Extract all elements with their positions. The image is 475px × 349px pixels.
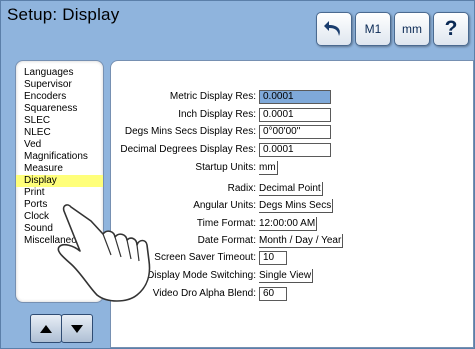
sidebar-item-slec[interactable]: SLEC xyxy=(16,115,103,127)
dms-res-field[interactable]: 0°00'00" xyxy=(259,125,331,139)
page-title: Setup: Display xyxy=(7,5,120,24)
undo-arrow-icon xyxy=(324,21,340,36)
sidebar-item-measure[interactable]: Measure xyxy=(16,163,103,175)
sidebar-item-magnifications[interactable]: Magnifications xyxy=(16,151,103,163)
sidebar-item-nlec[interactable]: NLEC xyxy=(16,127,103,139)
date-format-select[interactable]: Month / Day / Year xyxy=(259,234,344,248)
metric-res-label: Metric Display Res: xyxy=(169,91,256,102)
units-mm-button[interactable]: mm xyxy=(394,12,430,46)
metric-res-field[interactable]: 0.0001 xyxy=(259,90,331,104)
mm-label: mm xyxy=(402,22,422,36)
triangle-down-icon xyxy=(71,324,83,333)
display-settings-panel: Metric Display Res: 0.0001 Inch Display … xyxy=(110,60,474,348)
setup-display-screen: Setup: Display M1 mm ? Languages Supervi… xyxy=(0,0,475,349)
triangle-up-icon xyxy=(40,324,52,333)
video-blend-label: Video Dro Alpha Blend: xyxy=(152,288,256,299)
startup-units-label: Startup Units: xyxy=(195,162,256,173)
inch-res-field[interactable]: 0.0001 xyxy=(259,108,331,122)
inch-res-label: Inch Display Res: xyxy=(178,109,256,120)
dd-res-field[interactable]: 0.0001 xyxy=(259,143,331,157)
scroll-down-button[interactable] xyxy=(61,314,93,343)
m1-label: M1 xyxy=(364,22,382,36)
display-mode-select[interactable]: Single View xyxy=(259,269,314,283)
angular-units-select[interactable]: Degs Mins Secs xyxy=(259,199,334,213)
angular-units-label: Angular Units: xyxy=(193,200,256,211)
undo-button[interactable] xyxy=(316,12,352,46)
m1-button[interactable]: M1 xyxy=(355,12,391,46)
sidebar-item-languages[interactable]: Languages xyxy=(16,67,103,79)
sidebar-item-encoders[interactable]: Encoders xyxy=(16,91,103,103)
scroll-up-button[interactable] xyxy=(30,314,62,343)
radix-select[interactable]: Decimal Point xyxy=(259,182,323,196)
display-mode-label: Display Mode Switching: xyxy=(147,270,256,281)
video-blend-field[interactable]: 60 xyxy=(259,287,287,301)
screen-saver-label: Screen Saver Timeout: xyxy=(154,252,256,263)
time-format-select[interactable]: 12:00:00 AM xyxy=(259,217,318,231)
sidebar-item-squareness[interactable]: Squareness xyxy=(16,103,103,115)
date-format-label: Date Format: xyxy=(197,235,256,246)
sidebar-item-display[interactable]: Display xyxy=(16,175,103,187)
pointing-hand-icon xyxy=(57,204,151,302)
dd-res-label: Decimal Degrees Display Res: xyxy=(120,144,256,155)
sidebar-item-ved[interactable]: Ved xyxy=(16,139,103,151)
help-label: ? xyxy=(444,17,458,40)
sidebar-item-print[interactable]: Print xyxy=(16,187,103,199)
sidebar-item-supervisor[interactable]: Supervisor xyxy=(16,79,103,91)
help-button[interactable]: ? xyxy=(433,12,469,46)
dms-res-label: Degs Mins Secs Display Res: xyxy=(124,126,256,137)
startup-units-select[interactable]: mm xyxy=(259,161,278,175)
radix-label: Radix: xyxy=(227,183,256,194)
time-format-label: Time Format: xyxy=(196,218,256,229)
screen-saver-field[interactable]: 10 xyxy=(259,251,287,265)
